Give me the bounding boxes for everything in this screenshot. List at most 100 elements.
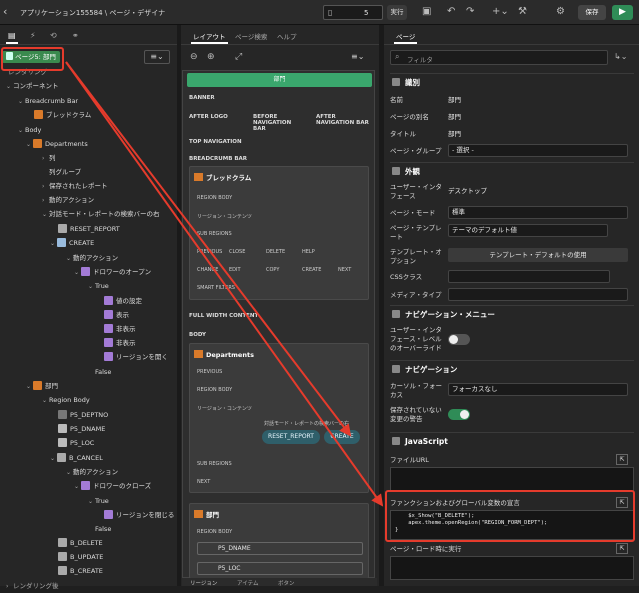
- tree-node[interactable]: ⌄ドロワーのクローズ: [74, 480, 151, 493]
- redo-icon[interactable]: ↷: [466, 6, 474, 18]
- group-javascript[interactable]: JavaScript: [390, 432, 634, 449]
- tree-node[interactable]: ›動的アクション: [42, 194, 94, 207]
- tree-node[interactable]: ⌄CREATE: [50, 237, 94, 250]
- page-title-bar[interactable]: 部門: [187, 73, 372, 87]
- lock-icon[interactable]: ▣: [422, 6, 431, 18]
- page-mode-select[interactable]: 標準: [448, 206, 628, 219]
- delete-slot[interactable]: DELETE: [266, 249, 285, 255]
- group-identification[interactable]: 識別: [390, 73, 634, 90]
- undo-icon[interactable]: ↶: [447, 6, 455, 18]
- previous-slot[interactable]: PREVIOUS: [197, 369, 222, 375]
- tree-node[interactable]: ⌄動的アクション: [66, 466, 118, 479]
- tree-node[interactable]: ⌄Body: [18, 124, 41, 137]
- filter-input[interactable]: ⌕ フィルタ: [390, 50, 608, 65]
- save-button[interactable]: 保存: [578, 5, 606, 20]
- close-slot[interactable]: CLOSE: [229, 249, 245, 255]
- tree-node[interactable]: B_DELETE: [58, 537, 103, 550]
- region-body-slot[interactable]: REGION BODY: [197, 195, 232, 201]
- before-nav-position[interactable]: BEFORE NAVIGATION BAR: [253, 114, 305, 132]
- page-group-select[interactable]: - 選択 -: [448, 144, 628, 157]
- create-slot[interactable]: CREATE: [302, 267, 321, 273]
- shared-tab-icon[interactable]: ⚭: [72, 31, 79, 40]
- onload-code-editor[interactable]: [390, 556, 634, 580]
- go-to-group-icon[interactable]: ↳⌄: [614, 52, 627, 61]
- utilities-icon[interactable]: ⚒: [518, 6, 527, 18]
- override-toggle[interactable]: [448, 334, 470, 345]
- sub-regions-slot[interactable]: SUB REGIONS: [197, 231, 232, 237]
- tab-help[interactable]: ヘルプ: [277, 31, 297, 41]
- form-region[interactable]: 部門 REGION BODY P5_DNAME P5_LOC: [189, 503, 369, 579]
- page-template-select[interactable]: テーマのデフォルト値: [448, 224, 608, 237]
- breadcrumb-bar-position[interactable]: BREADCRUMB BAR: [189, 156, 247, 162]
- run-button[interactable]: 実行: [387, 5, 407, 20]
- tree-node[interactable]: ブレッドクラム: [34, 109, 91, 122]
- tab-page-search[interactable]: ページ検索: [235, 31, 267, 41]
- after-nav-position[interactable]: AFTER NAVIGATION BAR: [316, 114, 371, 126]
- previous-slot[interactable]: PREVIOUS: [197, 249, 222, 255]
- tree-node[interactable]: 値の設定: [104, 295, 142, 308]
- copy-slot[interactable]: COPY: [266, 267, 279, 273]
- layout-menu-button[interactable]: ≡⌄: [351, 52, 373, 64]
- tree-node[interactable]: ⌄ドロワーのオープン: [74, 266, 151, 279]
- create-menu-icon[interactable]: +⌄: [492, 6, 509, 18]
- tree-node[interactable]: False: [95, 523, 111, 536]
- edit-slot[interactable]: EDIT: [229, 267, 241, 273]
- tree-node[interactable]: ⌄動的アクション: [66, 252, 118, 265]
- template-default-button[interactable]: テンプレート・デフォルトの使用: [448, 248, 628, 262]
- back-arrow-icon[interactable]: ‹: [3, 6, 15, 18]
- tree-node[interactable]: リージョンを開く: [104, 351, 168, 364]
- tree-node[interactable]: ⌄コンポーネント: [6, 80, 59, 93]
- expand-icon[interactable]: ⤢: [235, 52, 242, 62]
- region-body-slot[interactable]: REGION BODY: [197, 387, 232, 393]
- dynamic-actions-tab-icon[interactable]: ⚡: [30, 31, 36, 40]
- tree-node[interactable]: ⌄True: [88, 495, 109, 508]
- zoom-out-icon[interactable]: ⊖: [190, 52, 198, 62]
- tab-layout[interactable]: レイアウト: [193, 31, 226, 41]
- tree-node[interactable]: ⌄部門: [26, 380, 58, 393]
- file-url-editor[interactable]: [390, 467, 634, 492]
- tree-node[interactable]: P5_LOC: [58, 437, 94, 450]
- full-width-position[interactable]: FULL WIDTH CONTENT: [189, 313, 258, 319]
- tree-node[interactable]: 非表示: [104, 323, 136, 336]
- banner-position[interactable]: BANNER: [189, 95, 215, 101]
- name-value[interactable]: 部門: [448, 91, 461, 109]
- search-right-slot[interactable]: 対話モード・レポートの検索バーの右: [264, 420, 349, 427]
- run-page-button[interactable]: ▶: [612, 5, 633, 20]
- tree-node[interactable]: ⌄Departments: [26, 138, 88, 151]
- app-breadcrumb[interactable]: アプリケーション155584 \ ページ・デザイナ: [20, 8, 165, 18]
- tree-node[interactable]: ›保存されたレポート: [42, 180, 108, 193]
- tree-node[interactable]: RESET_REPORT: [58, 223, 120, 236]
- body-position[interactable]: BODY: [189, 332, 206, 338]
- cursor-focus-select[interactable]: フォーカスなし: [448, 383, 628, 396]
- smart-filters-slot[interactable]: SMART FILTERS: [197, 285, 235, 291]
- group-navigation[interactable]: ナビゲーション: [390, 360, 634, 377]
- css-class-input[interactable]: [448, 270, 610, 283]
- tree-node[interactable]: ⌄B_CANCEL: [50, 452, 103, 465]
- alias-value[interactable]: 部門: [448, 108, 461, 126]
- departments-region[interactable]: Departments PREVIOUS REGION BODY リージョン・コ…: [189, 343, 369, 493]
- tree-node[interactable]: ›列: [42, 152, 56, 165]
- help-slot[interactable]: HELP: [302, 249, 315, 255]
- region-content-slot[interactable]: リージョン・コンテンツ: [197, 405, 252, 412]
- code-editor-icon[interactable]: ⇱: [616, 543, 628, 554]
- zoom-in-icon[interactable]: ⊕: [207, 52, 215, 62]
- region-content-slot[interactable]: リージョン・コンテンツ: [197, 213, 252, 220]
- tree-node[interactable]: 非表示: [104, 337, 136, 350]
- p5-dname-item[interactable]: P5_DNAME: [197, 542, 363, 555]
- rendering-tab-icon[interactable]: ▤: [8, 31, 16, 40]
- tree-node[interactable]: 表示: [104, 309, 129, 322]
- tree-menu-button[interactable]: ≡⌄: [144, 50, 170, 64]
- processing-tab-icon[interactable]: ⟲: [50, 31, 57, 40]
- tree-node[interactable]: ›レンダリング後: [6, 580, 59, 593]
- tree-node[interactable]: False: [95, 366, 111, 379]
- tree-node[interactable]: B_CREATE: [58, 565, 103, 578]
- change-slot[interactable]: CHANGE: [197, 267, 218, 273]
- tree-node[interactable]: ⌄対話モード・レポートの検索バーの右: [42, 208, 160, 221]
- tree-node[interactable]: 列グループ: [49, 166, 81, 179]
- reset-report-button[interactable]: RESET_REPORT: [262, 430, 320, 444]
- tree-node[interactable]: リージョンを閉じる: [104, 509, 174, 522]
- warn-toggle[interactable]: [448, 409, 470, 420]
- tab-page[interactable]: ページ: [396, 31, 415, 41]
- create-button[interactable]: CREATE: [324, 430, 360, 444]
- tree-node[interactable]: ⌄True: [88, 280, 109, 293]
